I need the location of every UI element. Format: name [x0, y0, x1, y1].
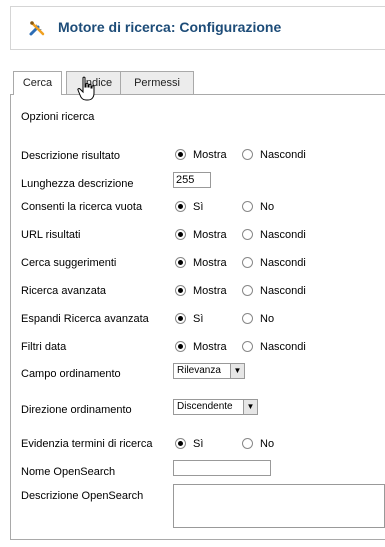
radio-label: Sì: [193, 201, 204, 213]
ricerca-vuota-si-radio[interactable]: [175, 201, 186, 212]
espandi-avanzata-si-radio[interactable]: [175, 313, 186, 324]
direzione-ordinamento-label: Direzione ordinamento: [21, 404, 132, 416]
campo-ordinamento-select[interactable]: Rilevanza ▼: [173, 363, 245, 379]
section-title: Opzioni ricerca: [21, 111, 95, 123]
descrizione-risultato-label: Descrizione risultato: [21, 150, 121, 162]
radio-label: Mostra: [193, 285, 227, 297]
radio-label: No: [260, 313, 275, 325]
radio-label: Nascondi: [260, 341, 306, 353]
descrizione-risultato-nascondi-radio[interactable]: [242, 149, 253, 160]
descrizione-opensearch-label: Descrizione OpenSearch: [21, 490, 144, 502]
lunghezza-descrizione-input[interactable]: [173, 172, 211, 188]
url-risultati-mostra-radio[interactable]: [175, 229, 186, 240]
suggerimenti-mostra-radio[interactable]: [175, 257, 186, 268]
radio-label: No: [260, 438, 275, 450]
ricerca-avanzata-nascondi-radio[interactable]: [242, 285, 253, 296]
select-value: Rilevanza: [177, 365, 221, 376]
radio-label: Sì: [193, 438, 204, 450]
ricerca-vuota-no-radio[interactable]: [242, 201, 253, 212]
suggerimenti-nascondi-radio[interactable]: [242, 257, 253, 268]
radio-label: Mostra: [193, 149, 227, 161]
filtri-data-nascondi-radio[interactable]: [242, 341, 253, 352]
lunghezza-descrizione-label: Lunghezza descrizione: [21, 178, 134, 190]
radio-label: Nascondi: [260, 229, 306, 241]
nome-opensearch-label: Nome OpenSearch: [21, 466, 116, 478]
radio-label: No: [260, 201, 275, 213]
select-value: Discendente: [177, 401, 233, 412]
radio-label: Nascondi: [260, 257, 306, 269]
filtri-data-mostra-radio[interactable]: [175, 341, 186, 352]
evidenzia-termini-no-radio[interactable]: [242, 438, 253, 449]
evidenzia-termini-label: Evidenzia termini di ricerca: [21, 438, 153, 450]
radio-label: Nascondi: [260, 149, 306, 161]
espandi-avanzata-label: Espandi Ricerca avanzata: [21, 313, 149, 325]
tab-cerca[interactable]: Cerca: [13, 71, 62, 95]
espandi-avanzata-no-radio[interactable]: [242, 313, 253, 324]
page-header: Motore di ricerca: Configurazione: [10, 6, 385, 50]
ricerca-vuota-label: Consenti la ricerca vuota: [21, 201, 143, 213]
ricerca-avanzata-label: Ricerca avanzata: [21, 285, 106, 297]
radio-label: Mostra: [193, 257, 227, 269]
dropdown-arrow-icon: ▼: [243, 400, 257, 414]
radio-label: Mostra: [193, 341, 227, 353]
cerca-suggerimenti-label: Cerca suggerimenti: [21, 257, 117, 269]
direzione-ordinamento-select[interactable]: Discendente ▼: [173, 399, 258, 415]
page-title: Motore di ricerca: Configurazione: [58, 19, 282, 35]
evidenzia-termini-si-radio[interactable]: [175, 438, 186, 449]
descrizione-risultato-mostra-radio[interactable]: [175, 149, 186, 160]
radio-label: Sì: [193, 313, 204, 325]
radio-label: Nascondi: [260, 285, 306, 297]
dropdown-arrow-icon: ▼: [230, 364, 244, 378]
tools-icon: [29, 21, 45, 36]
descrizione-opensearch-textarea[interactable]: [173, 484, 385, 528]
url-risultati-nascondi-radio[interactable]: [242, 229, 253, 240]
url-risultati-label: URL risultati: [21, 229, 81, 241]
radio-label: Mostra: [193, 229, 227, 241]
nome-opensearch-input[interactable]: [173, 460, 271, 476]
filtri-data-label: Filtri data: [21, 341, 67, 353]
tab-permessi[interactable]: Permessi: [120, 71, 194, 94]
hand-cursor-icon: [77, 76, 95, 101]
ricerca-avanzata-mostra-radio[interactable]: [175, 285, 186, 296]
campo-ordinamento-label: Campo ordinamento: [21, 368, 121, 380]
